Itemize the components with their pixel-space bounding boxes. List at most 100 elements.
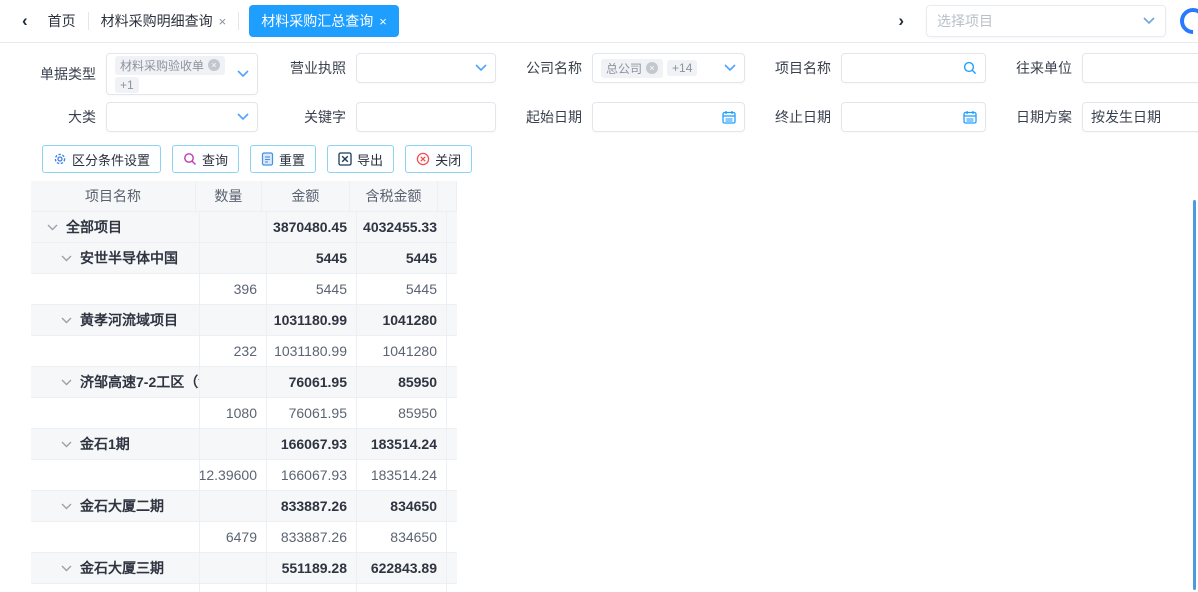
tabs-scroll-left-icon[interactable]: ‹ — [14, 11, 36, 31]
filter-row-2: 大类 关键字 起始日期 终止日期 — [30, 102, 1188, 132]
table-row[interactable]: 金石大厦二期 833887.26 834650 — [31, 491, 457, 522]
table-row[interactable]: 396 5445 5445 — [31, 274, 457, 305]
amount-cell: 833887.26 — [267, 491, 357, 521]
field-label: 起始日期 — [522, 107, 582, 127]
more-tags-badge: +1 — [115, 77, 139, 93]
table-row[interactable]: 金石1期 166067.93 183514.24 — [31, 429, 457, 460]
table-row[interactable]: 1080 76061.95 85950 — [31, 398, 457, 429]
business-license-select[interactable] — [356, 53, 496, 83]
project-name-cell: 黄孝河流域项目 — [80, 310, 178, 330]
keyword-input[interactable] — [356, 102, 496, 132]
select-value: 按发生日期 — [1091, 107, 1161, 127]
button-label: 重置 — [279, 150, 305, 169]
field-keyword: 关键字 — [284, 102, 496, 132]
table-row[interactable]: 济邹高速7-2工区（金 76061.95 85950 — [31, 367, 457, 398]
calendar-icon[interactable] — [963, 110, 977, 124]
refresh-icon[interactable] — [1175, 3, 1198, 40]
amount-cell: 76061.95 — [267, 398, 357, 428]
table-row[interactable]: 812.39600 166067.93 183514.24 — [31, 460, 457, 491]
selected-tag: 材料采购验收单 × — [115, 56, 225, 75]
column-header-tax-amount[interactable]: 含税金额 — [350, 181, 438, 211]
tax-amount-cell: 85950 — [357, 398, 447, 428]
project-select-placeholder: 选择项目 — [937, 11, 1143, 31]
table-row[interactable]: 全部项目 3870480.45 4032455.33 — [31, 212, 457, 243]
tab-material-purchase-detail[interactable]: 材料采购明细查询× — [89, 5, 239, 37]
query-button[interactable]: 查询 — [172, 145, 239, 173]
gear-icon — [53, 152, 67, 166]
chevron-down-icon[interactable] — [61, 565, 72, 572]
tab-material-purchase-summary[interactable]: 材料采购汇总查询 × — [249, 5, 399, 37]
end-date-input[interactable] — [841, 102, 986, 132]
close-tab-icon[interactable]: × — [219, 14, 227, 29]
field-start-date: 起始日期 — [522, 102, 745, 132]
amount-cell: 551189.28 — [267, 584, 357, 592]
column-header-project-name[interactable]: 项目名称 — [31, 181, 196, 211]
tax-amount-cell: 834650 — [357, 522, 447, 552]
tax-amount-cell: 183514.24 — [357, 429, 447, 459]
calendar-icon[interactable] — [722, 110, 736, 124]
table-body: 全部项目 3870480.45 4032455.33 安世半导体中国 5445 … — [31, 212, 457, 592]
chevron-down-icon[interactable] — [61, 317, 72, 324]
chevron-down-icon[interactable] — [61, 441, 72, 448]
tax-amount-cell: 622843.89 — [357, 553, 447, 583]
tag-label: 总公司 — [606, 60, 642, 77]
column-header-amount[interactable]: 金额 — [262, 181, 350, 211]
close-tab-icon[interactable]: × — [379, 14, 387, 29]
close-circle-icon — [416, 152, 430, 166]
field-label: 日期方案 — [1012, 107, 1072, 127]
project-select[interactable]: 选择项目 — [926, 5, 1166, 37]
close-button[interactable]: 关闭 — [405, 145, 472, 173]
quantity-cell — [200, 429, 267, 459]
field-counterparty: 往来单位 — [1012, 53, 1198, 83]
field-label: 终止日期 — [771, 107, 831, 127]
date-scheme-select[interactable]: 按发生日期 — [1082, 102, 1198, 132]
amount-cell: 833887.26 — [267, 522, 357, 552]
table-row[interactable]: 安世半导体中国 5445 5445 — [31, 243, 457, 274]
reset-button[interactable]: 重置 — [250, 145, 316, 173]
remove-tag-icon[interactable]: × — [646, 62, 658, 74]
export-icon — [338, 152, 352, 166]
chevron-down-icon[interactable] — [61, 503, 72, 510]
project-name-cell: 金石大厦二期 — [80, 496, 164, 516]
table-row[interactable]: 黄孝河流域项目 1031180.99 1041280 — [31, 305, 457, 336]
field-business-license: 营业执照 — [284, 53, 496, 83]
field-category: 大类 — [30, 102, 258, 132]
table-row[interactable]: 126.48374 551189.28 622843.89 — [31, 584, 457, 592]
quantity-cell: 6479 — [200, 522, 267, 552]
quantity-cell: 396 — [200, 274, 267, 304]
category-select[interactable] — [106, 102, 258, 132]
chevron-down-icon — [1143, 17, 1155, 25]
counterparty-input[interactable] — [1082, 53, 1198, 83]
chevron-down-icon — [237, 70, 249, 78]
export-button[interactable]: 导出 — [327, 145, 394, 173]
tax-amount-cell: 85950 — [357, 367, 447, 397]
column-header-quantity[interactable]: 数量 — [196, 181, 262, 211]
chevron-down-icon[interactable] — [61, 255, 72, 262]
project-name-cell: 金石大厦三期 — [80, 558, 164, 578]
table-row[interactable]: 232 1031180.99 1041280 — [31, 336, 457, 367]
table-row[interactable]: 金石大厦三期 551189.28 622843.89 — [31, 553, 457, 584]
field-label: 公司名称 — [522, 58, 582, 78]
chevron-down-icon[interactable] — [61, 379, 72, 386]
amount-cell: 551189.28 — [267, 553, 357, 583]
tab-label: 材料采购汇总查询 — [261, 13, 373, 29]
quantity-cell — [200, 367, 267, 397]
tag-label: 材料采购验收单 — [120, 57, 204, 74]
project-name-input[interactable] — [841, 53, 986, 83]
remove-tag-icon[interactable]: × — [208, 59, 220, 71]
chevron-down-icon[interactable] — [47, 224, 58, 231]
doc-type-multiselect[interactable]: 材料采购验收单 × +1 — [106, 53, 258, 95]
tab-home[interactable]: 首页 — [36, 5, 88, 37]
tab-bar: ‹ 首页 材料采购明细查询× 材料采购汇总查询 × › 选择项目 — [0, 0, 1198, 43]
start-date-input[interactable] — [592, 102, 745, 132]
amount-cell: 1031180.99 — [267, 336, 357, 366]
table-row[interactable]: 6479 833887.26 834650 — [31, 522, 457, 553]
search-icon[interactable] — [963, 61, 977, 75]
vertical-scrollbar[interactable] — [1193, 200, 1196, 590]
amount-cell: 5445 — [267, 274, 357, 304]
company-multiselect[interactable]: 总公司× +14 — [592, 53, 745, 83]
tax-amount-cell: 5445 — [357, 243, 447, 273]
tabs-scroll-right-icon[interactable]: › — [890, 11, 912, 31]
quantity-cell — [200, 243, 267, 273]
condition-settings-button[interactable]: 区分条件设置 — [42, 145, 161, 173]
